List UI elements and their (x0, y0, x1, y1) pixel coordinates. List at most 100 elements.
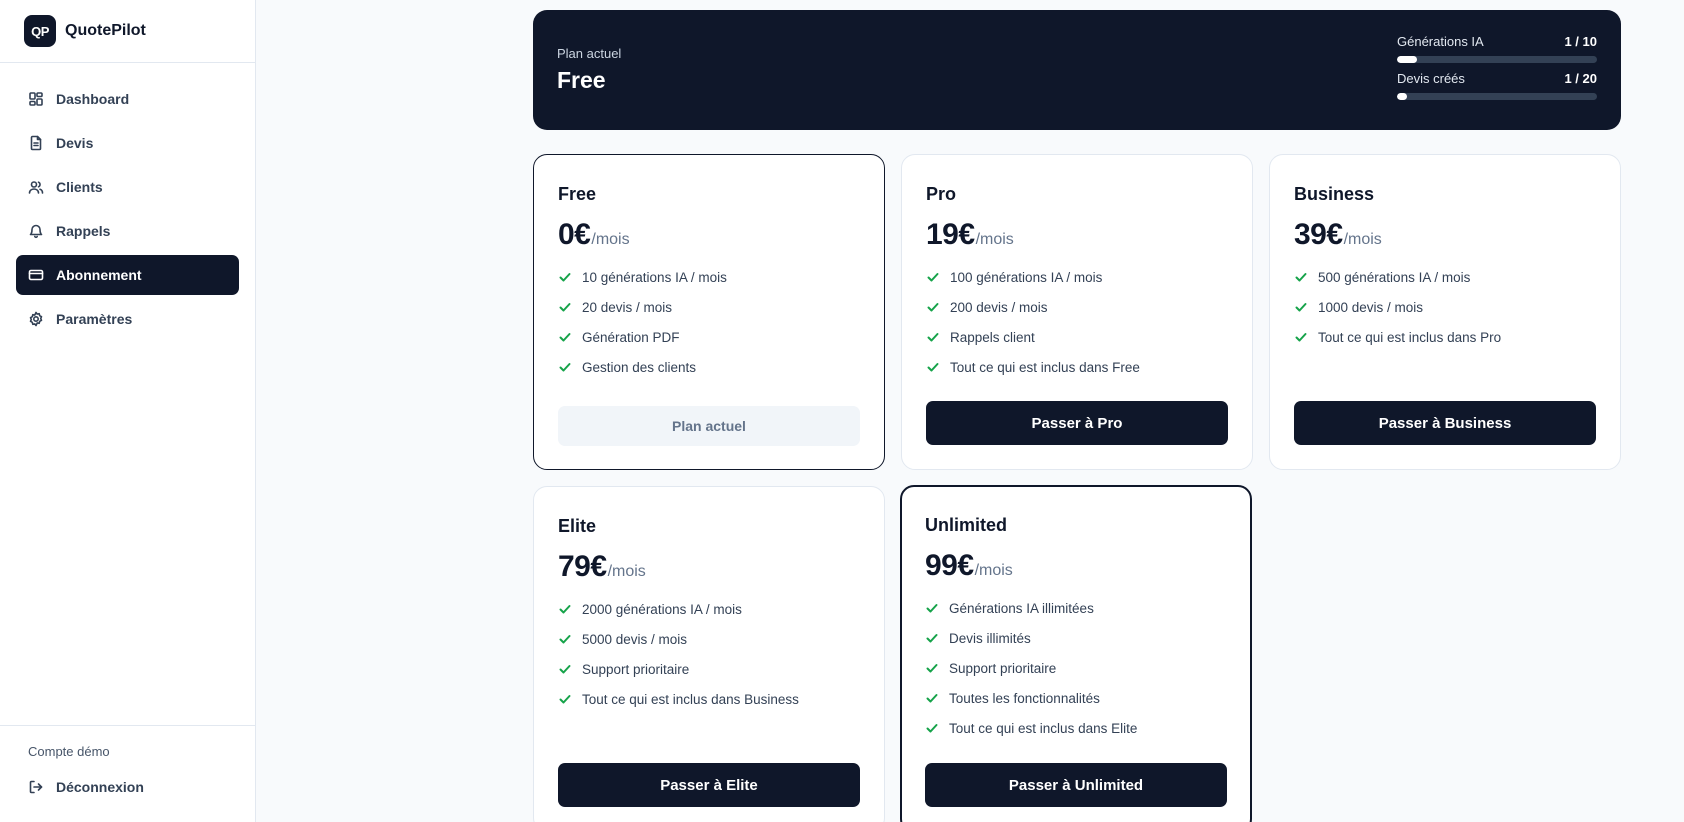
feature-item: Génération PDF (558, 322, 860, 352)
sidebar-item-label: Clients (56, 179, 103, 195)
check-icon (558, 330, 572, 344)
check-icon (925, 631, 939, 645)
feature-item: 500 générations IA / mois (1294, 262, 1596, 292)
feature-text: Générations IA illimitées (949, 600, 1094, 616)
feature-list: 100 générations IA / mois 200 devis / moi… (926, 262, 1228, 382)
feature-list: Générations IA illimitées Devis illimités… (925, 593, 1227, 743)
sidebar-item-label: Rappels (56, 223, 111, 239)
credit-card-icon (28, 267, 44, 283)
plan-card-free: Free 0€ /mois 10 générations IA / mois 20… (533, 154, 885, 470)
feature-text: Tout ce qui est inclus dans Elite (949, 720, 1138, 736)
plan-card-pro: Pro 19€ /mois 100 générations IA / mois 2… (901, 154, 1253, 470)
check-icon (925, 721, 939, 735)
sidebar-item-rappels[interactable]: Rappels (16, 211, 239, 251)
upgrade-unlimited-button[interactable]: Passer à Unlimited (925, 763, 1227, 807)
app-name: QuotePilot (65, 22, 146, 39)
check-icon (558, 692, 572, 706)
sidebar-footer: Compte démo Déconnexion (0, 725, 255, 822)
price-amount: 79€ (558, 550, 607, 583)
usage-label: Devis créés (1397, 71, 1465, 86)
price-amount: 99€ (925, 549, 974, 582)
usage-label: Générations IA (1397, 34, 1484, 49)
check-icon (926, 270, 940, 284)
feature-text: Tout ce qui est inclus dans Free (950, 359, 1140, 375)
upgrade-elite-button[interactable]: Passer à Elite (558, 763, 860, 807)
feature-item: Devis illimités (925, 623, 1227, 653)
plan-name: Pro (926, 184, 957, 204)
feature-item: 2000 générations IA / mois (558, 594, 860, 624)
feature-text: Toutes les fonctionnalités (949, 690, 1100, 706)
feature-item: Tout ce qui est inclus dans Business (558, 684, 860, 714)
usage-quotes-created: Devis créés 1 / 20 (1397, 71, 1597, 100)
check-icon (1294, 300, 1308, 314)
sidebar-item-label: Abonnement (56, 267, 142, 283)
feature-item: Générations IA illimitées (925, 593, 1227, 623)
feature-list: 10 générations IA / mois 20 devis / mois G… (558, 262, 860, 382)
logout-icon (28, 779, 44, 795)
feature-text: Gestion des clients (582, 359, 697, 375)
usage-progress-bar (1397, 93, 1597, 100)
check-icon (925, 601, 939, 615)
upgrade-pro-button[interactable]: Passer à Pro (926, 401, 1228, 445)
sidebar-item-parametres[interactable]: Paramètres (16, 299, 239, 339)
logout-button[interactable]: Déconnexion (16, 771, 239, 803)
feature-text: 5000 devis / mois (582, 631, 688, 647)
feature-text: Devis illimités (949, 630, 1031, 646)
sidebar-item-clients[interactable]: Clients (16, 167, 239, 207)
brand[interactable]: QP QuotePilot (0, 0, 255, 63)
feature-item: Toutes les fonctionnalités (925, 683, 1227, 713)
plan-price: 79€ /mois (558, 550, 860, 584)
feature-item: Support prioritaire (925, 653, 1227, 683)
feature-text: 1000 devis / mois (1318, 299, 1424, 315)
sidebar-item-abonnement[interactable]: Abonnement (16, 255, 239, 295)
check-icon (926, 330, 940, 344)
price-period: /mois (975, 231, 1014, 248)
feature-item: Support prioritaire (558, 654, 860, 684)
feature-item: Tout ce qui est inclus dans Pro (1294, 322, 1596, 352)
sidebar-item-label: Paramètres (56, 311, 133, 327)
feature-list: 2000 générations IA / mois 5000 devis / m… (558, 594, 860, 714)
feature-item: Tout ce qui est inclus dans Free (926, 352, 1228, 382)
feature-item: 20 devis / mois (558, 292, 860, 322)
check-icon (1294, 330, 1308, 344)
feature-item: 1000 devis / mois (1294, 292, 1596, 322)
sidebar-nav: Dashboard Devis Clients Rappels Abonneme… (0, 63, 255, 339)
check-icon (558, 602, 572, 616)
check-icon (926, 300, 940, 314)
plan-name: Unlimited (925, 515, 1008, 535)
sidebar-item-label: Devis (56, 135, 94, 151)
check-icon (558, 632, 572, 646)
feature-item: Tout ce qui est inclus dans Elite (925, 713, 1227, 743)
feature-item: 5000 devis / mois (558, 624, 860, 654)
usage-value: 1 / 20 (1564, 71, 1597, 86)
plan-card-unlimited: Unlimited 99€ /mois Générations IA illim… (900, 485, 1252, 822)
sidebar: QP QuotePilot Dashboard Devis Clients Ra… (0, 0, 256, 822)
feature-text: Support prioritaire (949, 660, 1057, 676)
current-plan-label: Plan actuel (557, 46, 622, 61)
usage-progress-bar (1397, 56, 1597, 63)
feature-text: Tout ce qui est inclus dans Pro (1318, 329, 1502, 345)
price-period: /mois (591, 231, 630, 248)
sidebar-item-label: Dashboard (56, 91, 130, 107)
sidebar-item-dashboard[interactable]: Dashboard (16, 79, 239, 119)
feature-text: 10 générations IA / mois (582, 269, 727, 285)
logout-label: Déconnexion (56, 779, 144, 795)
feature-text: 100 générations IA / mois (950, 269, 1103, 285)
price-amount: 19€ (926, 218, 975, 251)
feature-text: 2000 générations IA / mois (582, 601, 742, 617)
feature-item: 10 générations IA / mois (558, 262, 860, 292)
price-amount: 0€ (558, 218, 591, 251)
dashboard-icon (28, 91, 44, 107)
check-icon (558, 300, 572, 314)
feature-text: Génération PDF (582, 329, 680, 345)
price-period: /mois (607, 563, 646, 580)
current-plan-button[interactable]: Plan actuel (558, 406, 860, 446)
plan-name: Elite (558, 516, 597, 536)
feature-text: 500 générations IA / mois (1318, 269, 1471, 285)
check-icon (1294, 270, 1308, 284)
document-icon (28, 135, 44, 151)
usage-progress-fill (1397, 93, 1407, 100)
sidebar-item-devis[interactable]: Devis (16, 123, 239, 163)
feature-item: 100 générations IA / mois (926, 262, 1228, 292)
upgrade-business-button[interactable]: Passer à Business (1294, 401, 1596, 445)
